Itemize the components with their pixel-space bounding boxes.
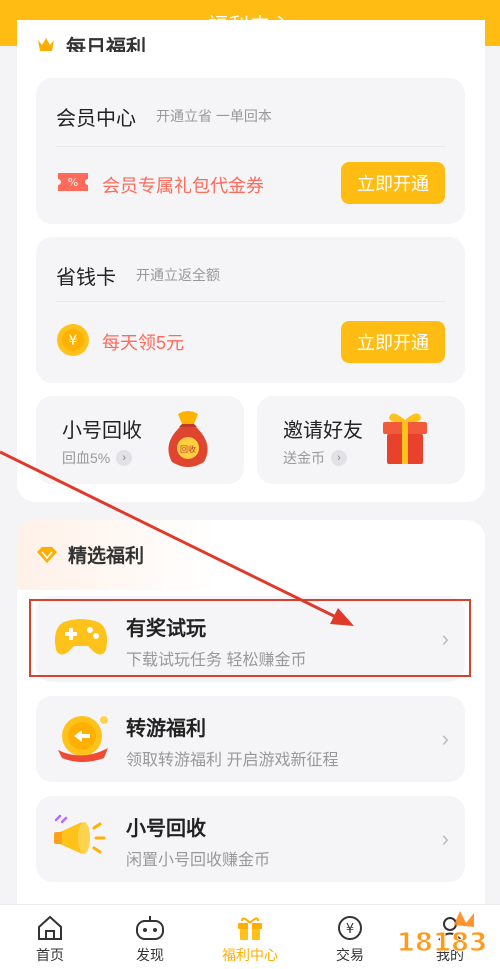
chevron-right-icon: ›	[331, 450, 347, 466]
list-item[interactable]: 小号回收 闲置小号回收赚金币 ›	[36, 796, 465, 882]
crown-icon	[38, 38, 54, 51]
featured-title: 精选福利	[68, 546, 145, 567]
nav-welfare-label: 福利中心	[222, 947, 278, 963]
account-recycle-subtitle: 回血5% ›	[62, 448, 133, 468]
megaphone-icon	[54, 814, 106, 854]
gift-icon	[238, 917, 262, 940]
item-subtitle: 下载试玩任务 轻松赚金币	[126, 652, 307, 669]
vip-title: 会员中心	[56, 108, 136, 130]
invite-friends-card[interactable]: 邀请好友 送金币 ›	[257, 396, 465, 484]
item-title: 转游福利	[126, 718, 206, 740]
chevron-right-icon: ›	[441, 626, 449, 651]
nav-welfare[interactable]: 福利中心	[200, 905, 300, 969]
chevron-right-icon: ›	[116, 450, 133, 466]
nav-home[interactable]: 首页	[0, 905, 100, 969]
nav-home-label: 首页	[36, 947, 64, 963]
divider	[56, 146, 445, 147]
nav-trade-label: 交易	[336, 947, 364, 963]
divider	[56, 301, 445, 302]
coin-badge-icon	[58, 716, 108, 762]
nav-discover[interactable]: 发现	[100, 905, 200, 969]
svg-text:%: %	[68, 176, 78, 189]
invite-friends-subtitle-text: 送金币	[283, 450, 325, 466]
invite-friends-title: 邀请好友	[283, 420, 363, 442]
account-recycle-title: 小号回收	[62, 420, 142, 442]
savecard-panel[interactable]: 省钱卡 开通立返全额 ¥ 每天领5元 立即开通	[36, 237, 465, 383]
yen-icon: ¥	[338, 916, 362, 940]
home-icon	[38, 915, 62, 940]
money-bag-icon: 回收	[168, 411, 208, 467]
gift-box-icon	[383, 413, 427, 464]
diamond-icon	[37, 546, 57, 563]
account-recycle-subtitle-text: 回血5%	[62, 450, 111, 466]
item-subtitle: 领取转游福利 开启游戏新征程	[126, 752, 339, 769]
vip-open-button[interactable]: 立即开通	[341, 162, 445, 204]
nav-trade[interactable]: ¥ 交易	[300, 905, 400, 969]
savecard-perk: 每天领5元	[102, 333, 185, 353]
savecard-open-button[interactable]: 立即开通	[341, 321, 445, 363]
watermark-text: 18183	[397, 928, 487, 958]
account-recycle-card[interactable]: 小号回收 回血5% › 回收	[36, 396, 244, 484]
vip-panel[interactable]: 会员中心 开通立省 一单回本 % 会员专属礼包代金券 立即开通	[36, 78, 465, 224]
list-item[interactable]: 有奖试玩 下载试玩任务 轻松赚金币 ›	[36, 596, 465, 682]
discover-icon	[136, 916, 164, 940]
chevron-right-icon: ›	[441, 826, 449, 851]
daily-section-header: 每日福利	[36, 28, 146, 52]
savecard-subtitle: 开通立返全额	[136, 267, 220, 283]
vip-perk: 会员专属礼包代金券	[102, 176, 264, 196]
coupon-icon: %	[58, 173, 88, 191]
vip-subtitle: 开通立省 一单回本	[156, 108, 272, 124]
coin-icon: ¥	[57, 324, 89, 356]
nav-discover-label: 发现	[136, 947, 164, 963]
watermark-logo: 18183	[396, 911, 488, 959]
svg-text:¥: ¥	[69, 333, 78, 349]
invite-friends-subtitle: 送金币 ›	[283, 448, 347, 468]
item-title: 小号回收	[126, 818, 206, 840]
svg-text:¥: ¥	[346, 922, 354, 937]
featured-header: 精选福利	[36, 541, 144, 568]
daily-section-title: 每日福利	[66, 37, 146, 52]
item-subtitle: 闲置小号回收赚金币	[126, 852, 271, 869]
chevron-right-icon: ›	[441, 726, 449, 751]
list-item[interactable]: 转游福利 领取转游福利 开启游戏新征程 ›	[36, 696, 465, 782]
bag-label: 回收	[180, 444, 196, 454]
gamepad-icon	[55, 619, 107, 655]
savecard-title: 省钱卡	[56, 267, 116, 289]
item-title: 有奖试玩	[126, 618, 206, 640]
